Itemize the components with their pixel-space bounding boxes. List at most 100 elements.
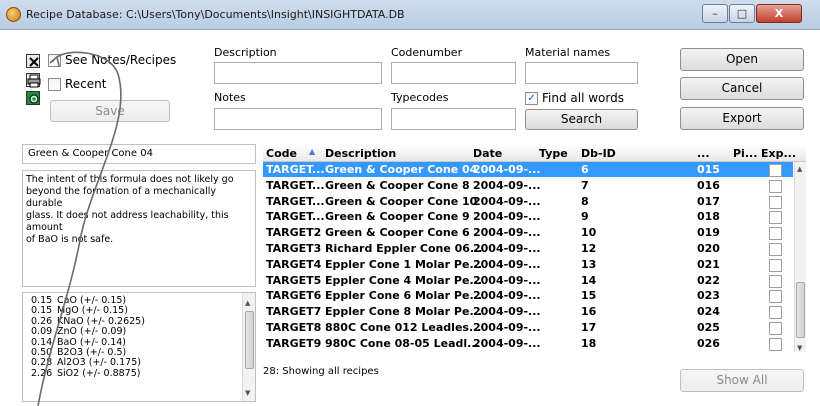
cell-number: 021 [697,257,720,271]
cell-code: TARGET7 [266,305,322,319]
oxide-scrollbar[interactable]: ▲ ▼ [242,293,255,401]
col-description[interactable]: Description [325,147,396,160]
recent-checkbox[interactable] [48,78,61,91]
cell-date: 2004-09-... [473,321,541,334]
table-row[interactable]: TARGET2 Green & Cooper Cone 6 2004-09-... 1… [263,225,793,241]
col-number[interactable]: ... [697,147,710,160]
recipe-notes-box[interactable]: The intent of this formula does not like… [22,170,256,287]
open-button[interactable]: Open [680,48,804,71]
col-code[interactable]: Code [266,147,297,160]
cancel-button[interactable]: Cancel [680,77,804,100]
cell-date: 2004-09-... [473,242,541,255]
cell-description: Eppler Cone 1 Molar Pe... [325,257,482,271]
export-checkbox[interactable] [769,211,782,225]
grid-scroll-up-icon[interactable]: ▲ [797,165,802,173]
table-row[interactable]: TARGET... Green & Cooper Cone 8 2004-09-..… [263,178,793,193]
export-button[interactable]: Export [680,107,804,130]
col-pi[interactable]: Pi... [733,147,757,160]
cell-date: 2004-09-... [473,305,541,319]
table-row[interactable]: TARGET3 Richard Eppler Cone 06... 2004-09-… [263,241,793,256]
cell-code: TARGET... [266,194,325,208]
export-checkbox[interactable] [769,290,782,304]
oxide-formula: ZnO (+/- 0.09) [57,326,127,338]
cell-db-id: 14 [581,273,597,287]
oxide-list-box[interactable]: 0.15 CaO (+/- 0.15) 0.15 MgO (+/- 0.15) 0.26… [22,292,256,402]
cell-number: 024 [697,305,720,319]
cell-description: 980C Cone 08-05 Leadl... [325,336,480,350]
col-db-id[interactable]: Db-ID [581,147,616,160]
table-row[interactable]: TARGET5 Eppler Cone 4 Molar Pe... 2004-09-… [263,273,793,288]
table-row[interactable]: TARGET6 Eppler Cone 6 Molar Pe... 2004-09-… [263,288,793,304]
cell-code: TARGET4 [266,257,322,271]
find-all-words-label: Find all words [542,91,624,105]
grid-scrollbar[interactable]: ▲ ▼ [794,162,806,352]
recipe-name-field[interactable]: Green & Cooper Cone 04 [22,144,256,164]
cell-number: 018 [697,210,720,224]
col-type[interactable]: Type [539,147,568,160]
cell-number: 025 [697,321,720,334]
codenumber-input[interactable] [391,62,516,84]
grid-header: Code ▲ Description Date Type Db-ID ... P… [263,145,806,162]
export-checkbox[interactable] [769,337,782,351]
table-row[interactable]: TARGET... Green & Cooper Cone 10 2004-09-.… [263,194,793,209]
table-row[interactable]: TARGET7 Eppler Cone 8 Molar Pe... 2004-09-… [263,304,793,320]
cell-number: 020 [697,242,720,255]
cell-db-id: 13 [581,257,597,271]
table-row[interactable]: TARGET... Green & Cooper Cone 04 2004-09-.… [263,162,793,177]
export-checkbox[interactable] [769,274,782,288]
table-row[interactable]: TARGET9 980C Cone 08-05 Leadl... 2004-09-.… [263,336,793,351]
material-names-input[interactable] [525,62,638,84]
oxide-formula: MgO (+/- 0.15) [57,305,128,317]
settings-icon[interactable] [26,91,40,105]
scroll-up-icon[interactable]: ▲ [245,298,250,308]
cell-db-id: 15 [581,289,597,303]
grid-body: TARGET... Green & Cooper Cone 04 2004-09-.… [263,162,793,352]
maximize-button[interactable]: □ [729,4,755,23]
close-button[interactable]: X [756,4,802,23]
export-checkbox[interactable] [769,195,782,209]
col-export[interactable]: Exp... [761,147,796,160]
save-button[interactable]: Save [50,100,170,122]
export-checkbox[interactable] [769,258,782,272]
cell-number: 023 [697,289,720,303]
cell-number: 015 [697,163,720,176]
delete-icon[interactable] [26,54,40,68]
cell-date: 2004-09-... [473,289,541,303]
cell-code: TARGET6 [266,289,322,303]
description-input[interactable] [214,62,382,84]
col-date[interactable]: Date [473,147,502,160]
printer-icon[interactable] [26,73,41,88]
oxide-amount: 2.26 [31,367,53,379]
export-checkbox[interactable] [769,179,782,193]
cell-description: Eppler Cone 6 Molar Pe... [325,289,482,303]
table-row[interactable]: TARGET8 880C Cone 012 Leadles... 2004-09-.… [263,320,793,335]
typecodes-label: Typecodes [391,91,449,104]
cell-db-id: 10 [581,226,597,240]
export-checkbox[interactable] [769,164,782,177]
cell-code: TARGET... [266,163,325,176]
show-all-button[interactable]: Show All [680,369,804,392]
cell-code: TARGET8 [266,321,322,334]
scroll-thumb[interactable] [245,311,254,369]
export-checkbox[interactable] [769,322,782,335]
minimize-button[interactable]: – [702,4,728,23]
grid-scroll-thumb[interactable] [796,282,805,338]
export-checkbox[interactable] [769,306,782,320]
export-checkbox[interactable] [769,227,782,241]
typecodes-input[interactable] [391,108,516,130]
scroll-down-icon[interactable]: ▼ [245,388,250,398]
table-row[interactable]: TARGET4 Eppler Cone 1 Molar Pe... 2004-09-… [263,257,793,272]
cell-code: TARGET... [266,210,325,224]
table-row[interactable]: TARGET... Green & Cooper Cone 9 2004-09-..… [263,209,793,225]
see-notes-checkbox[interactable]: ✓ [48,54,61,67]
search-button[interactable]: Search [525,109,638,130]
find-all-words-checkbox[interactable]: ✓ [525,92,538,105]
window-title: Recipe Database: C:\Users\Tony\Documents… [26,8,405,21]
app-icon [6,7,21,22]
cell-description: Green & Cooper Cone 04 [325,163,478,176]
export-checkbox[interactable] [769,243,782,256]
cell-db-id: 8 [581,194,589,208]
notes-input[interactable] [214,108,382,130]
cell-db-id: 7 [581,178,589,192]
grid-scroll-down-icon[interactable]: ▼ [797,344,802,352]
